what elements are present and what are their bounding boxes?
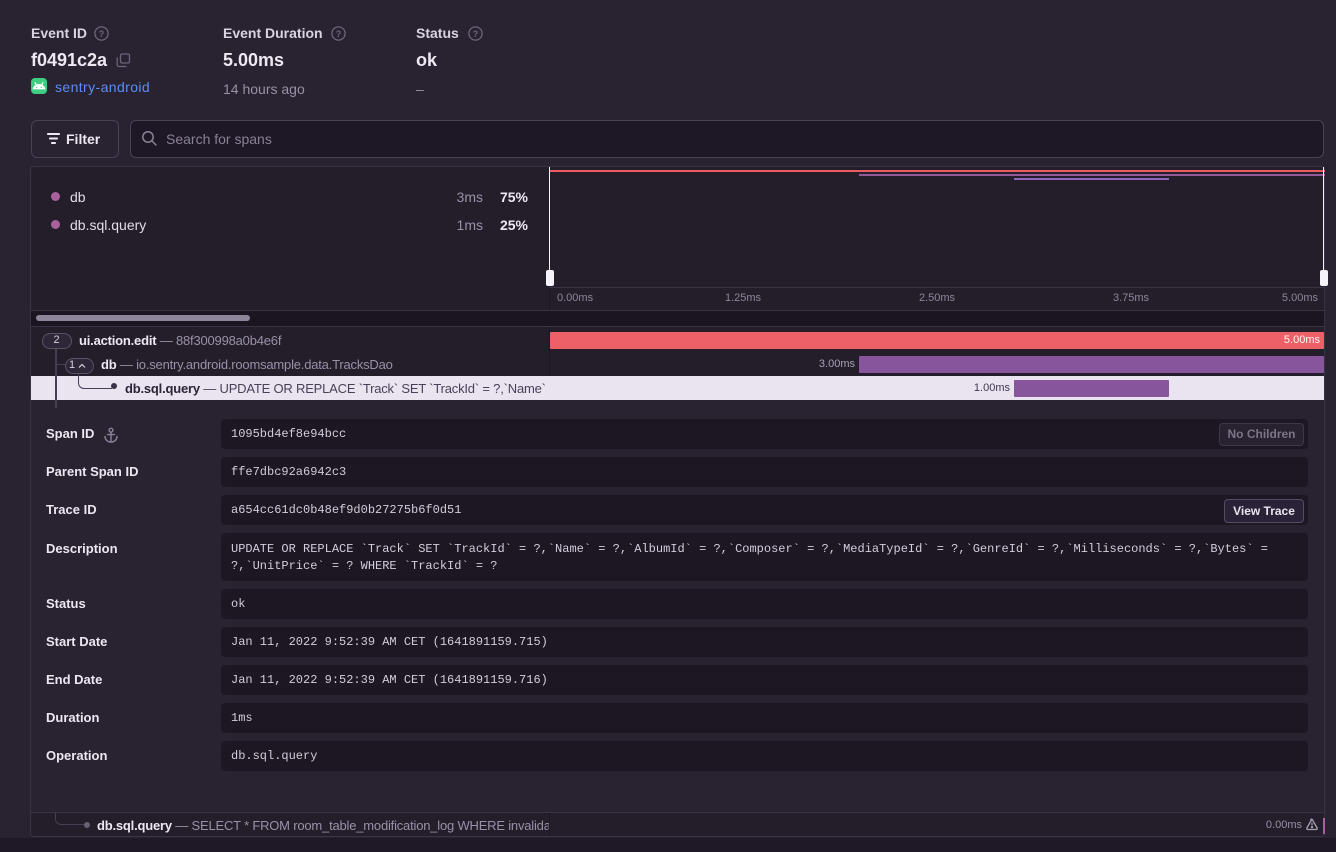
svg-text:?: ? [473, 29, 479, 39]
svg-text:?: ? [336, 29, 342, 39]
svg-text:?: ? [99, 29, 105, 39]
